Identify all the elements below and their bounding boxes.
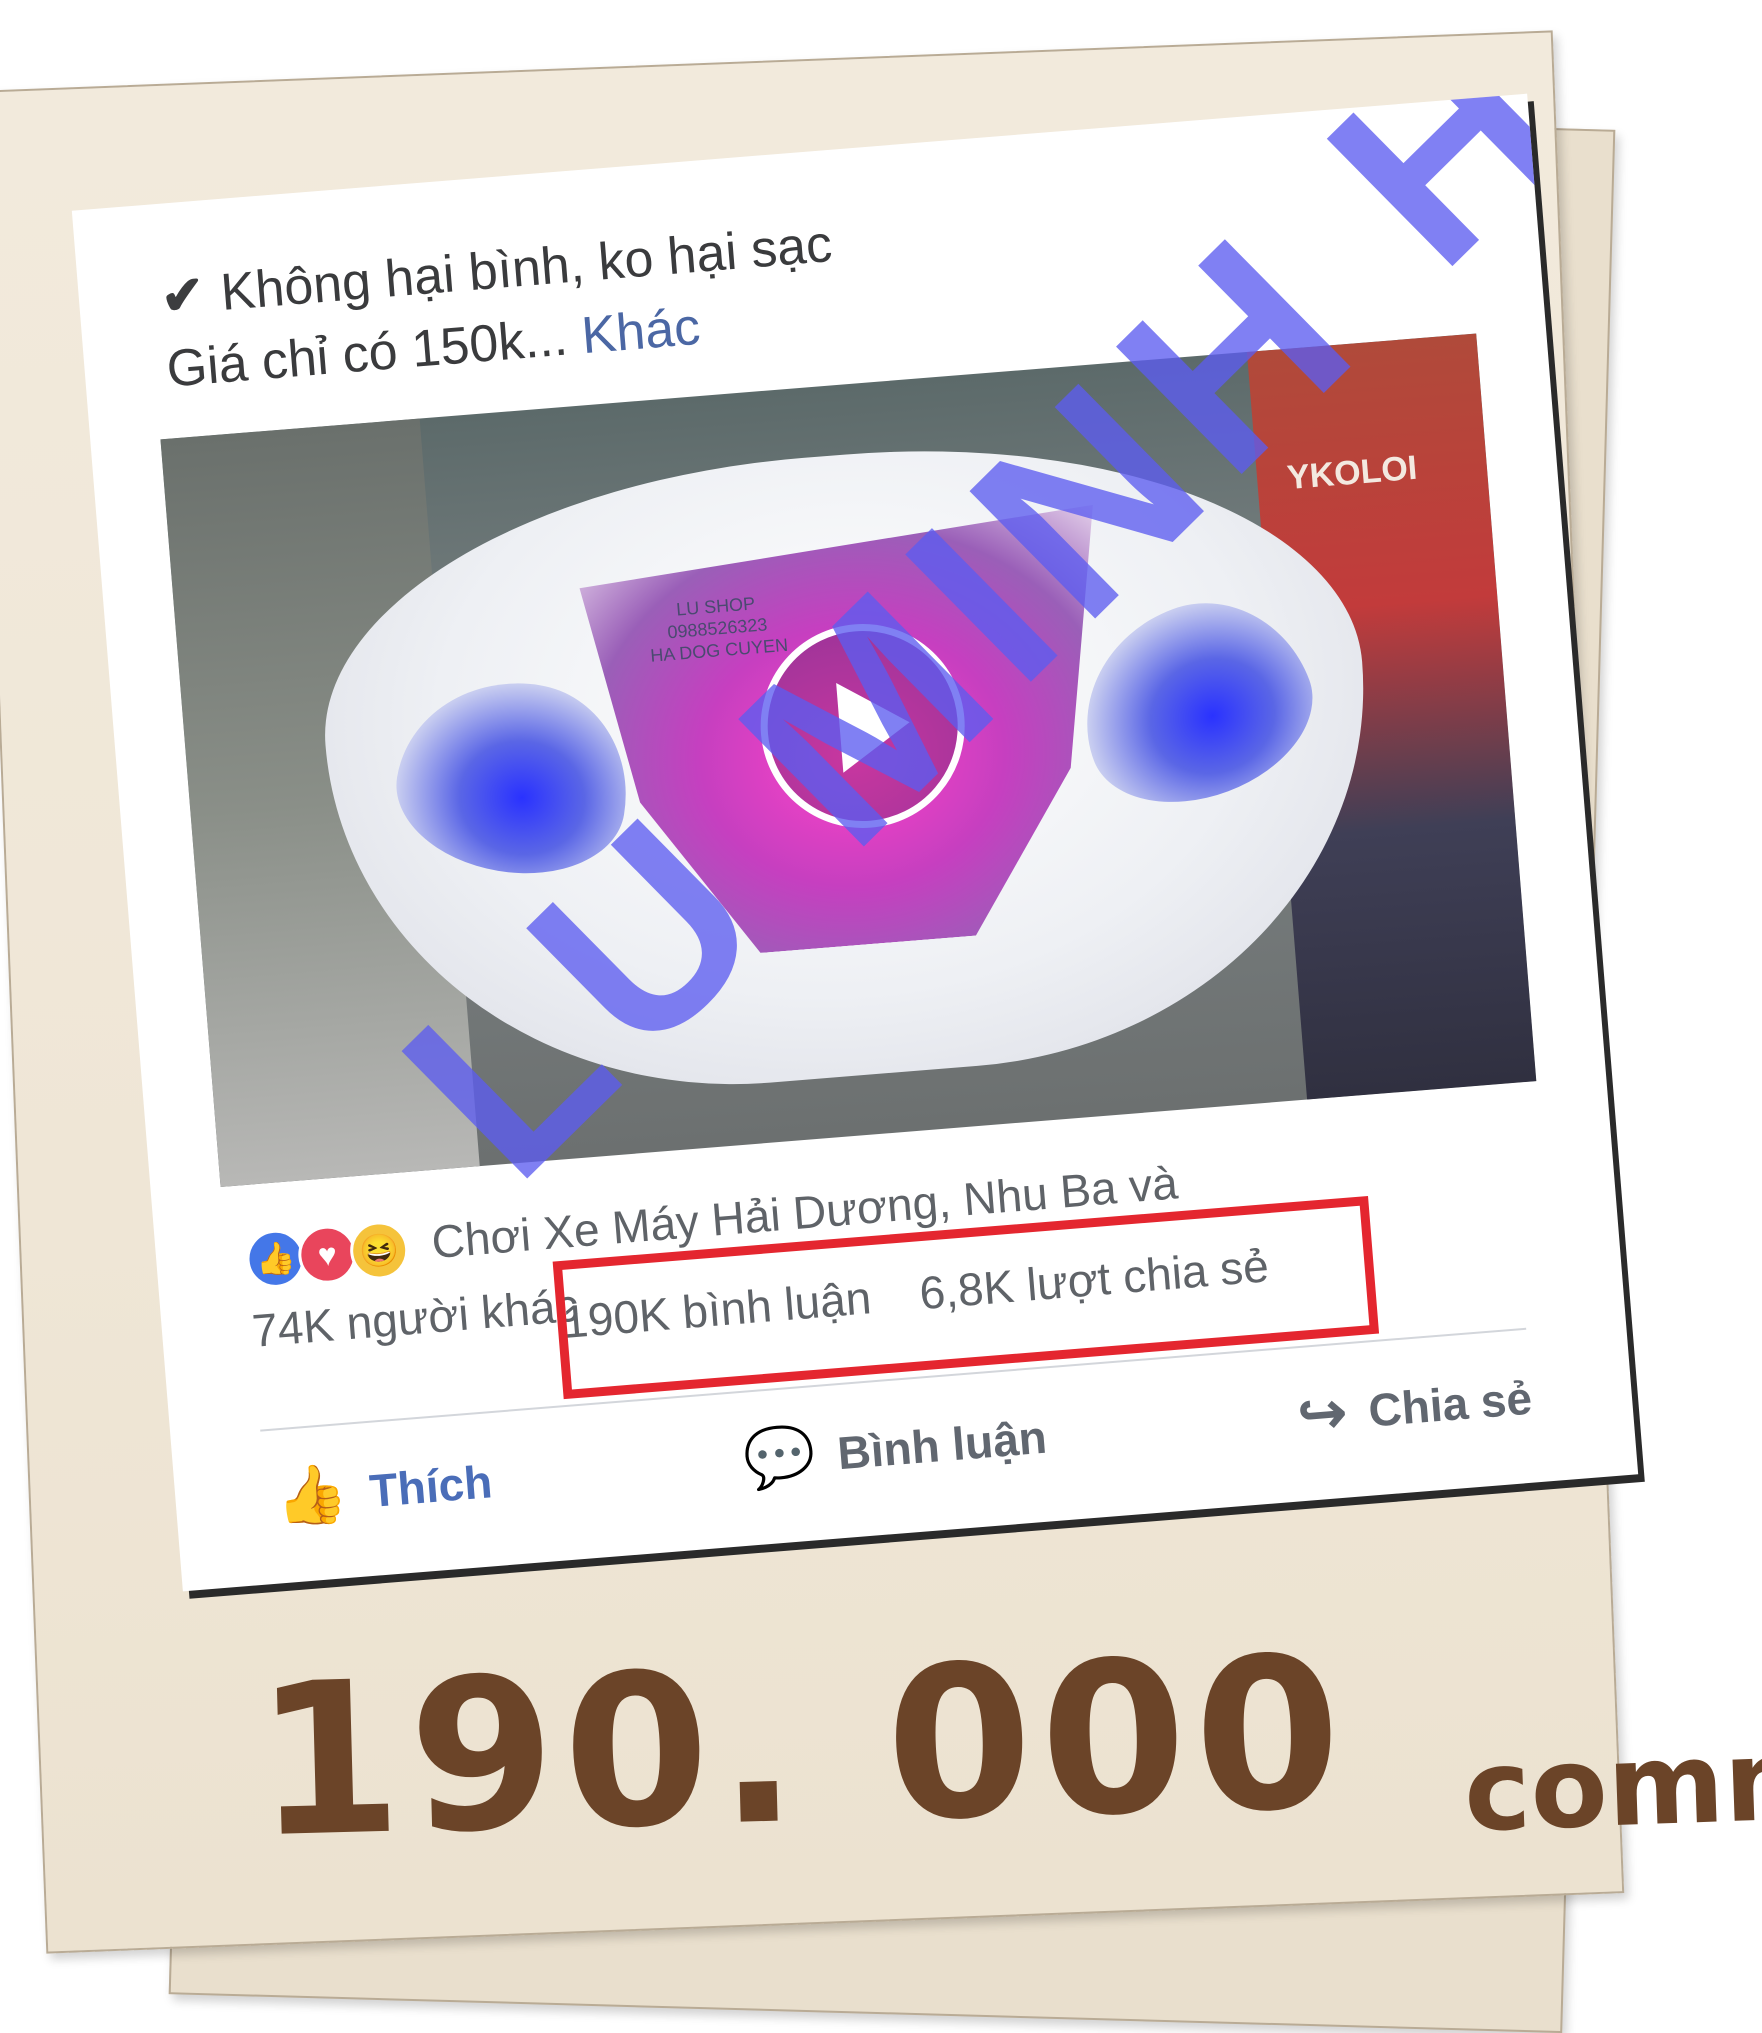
caption-word: comment [1462, 1706, 1762, 1858]
love-reaction-icon: ♥ [296, 1223, 359, 1286]
comment-bubble-icon: 💬 [741, 1422, 819, 1493]
see-more-link[interactable]: Khác [579, 298, 702, 365]
caption-number: 190. 000 [251, 1610, 1352, 1885]
caption: 190. 000 comment [252, 1611, 1762, 1885]
like-button[interactable]: 👍 Thích [273, 1452, 494, 1531]
comment-button[interactable]: 💬 Bình luận [741, 1408, 1049, 1493]
share-button[interactable]: ↪ Chia sẻ [1295, 1369, 1534, 1449]
facebook-post-card: ✔ Không hại bình, ko hại sạc Giá chỉ có 1… [71, 93, 1639, 1592]
haha-reaction-icon: 😆 [347, 1219, 411, 1282]
checkmark-icon: ✔ [158, 265, 207, 327]
thumbs-up-icon: 👍 [273, 1459, 351, 1531]
share-arrow-icon: ↪ [1295, 1379, 1350, 1449]
like-reaction-icon: 👍 [244, 1227, 307, 1290]
